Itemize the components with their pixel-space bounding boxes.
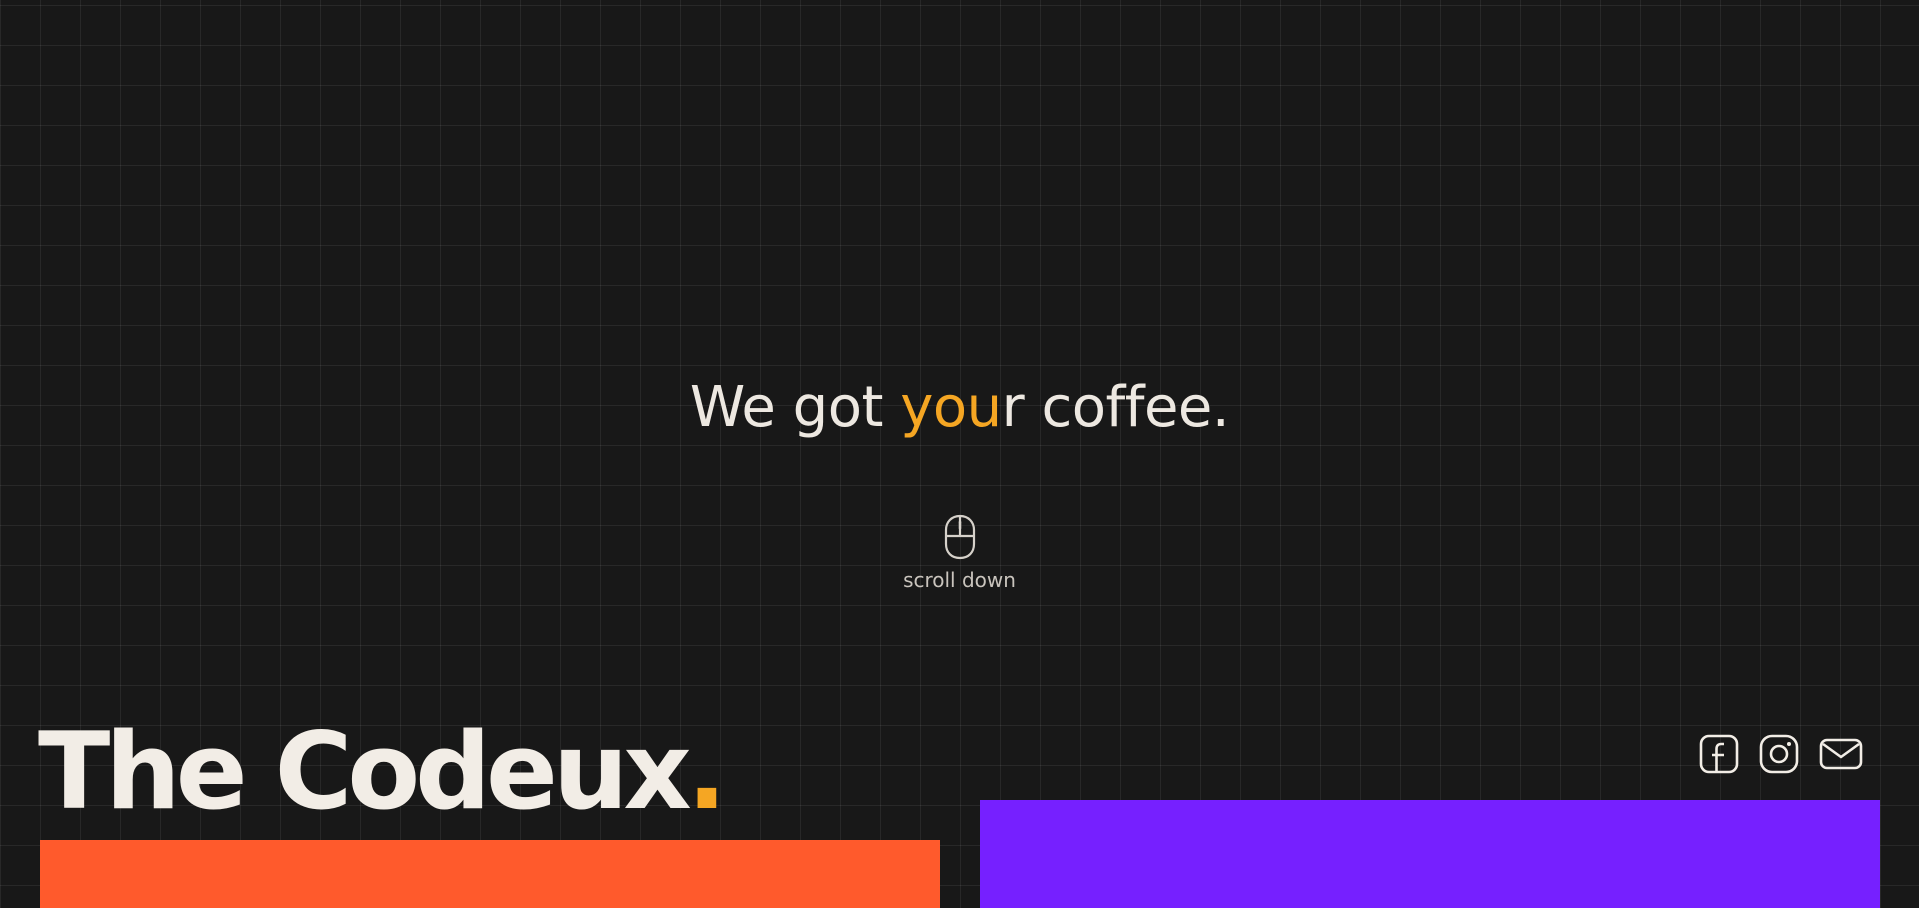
tagline-highlight: you <box>900 375 1002 440</box>
brand-name: The Codeux <box>38 710 692 833</box>
email-link[interactable] <box>1819 734 1863 774</box>
instagram-icon <box>1759 734 1799 774</box>
mail-icon <box>1819 738 1863 770</box>
hero: We got your coffee. <box>0 368 1919 448</box>
social-links <box>1699 734 1863 774</box>
mouse-icon <box>944 514 975 560</box>
brand-dot: . <box>686 710 727 833</box>
facebook-icon <box>1699 734 1739 774</box>
orange-feature-panel <box>40 840 940 908</box>
brand-logo[interactable]: The Codeux. <box>38 710 727 833</box>
instagram-link[interactable] <box>1759 734 1799 774</box>
tagline-prefix: We got <box>689 375 901 440</box>
tagline-suffix: r coffee. <box>1001 375 1230 440</box>
facebook-link[interactable] <box>1699 734 1739 774</box>
purple-feature-panel <box>980 800 1880 908</box>
scroll-down-indicator[interactable]: scroll down <box>0 514 1919 592</box>
scroll-down-label: scroll down <box>903 568 1016 592</box>
hero-tagline: We got your coffee. <box>0 368 1919 448</box>
landing-page: We got your coffee. scroll down The Code… <box>0 0 1919 908</box>
